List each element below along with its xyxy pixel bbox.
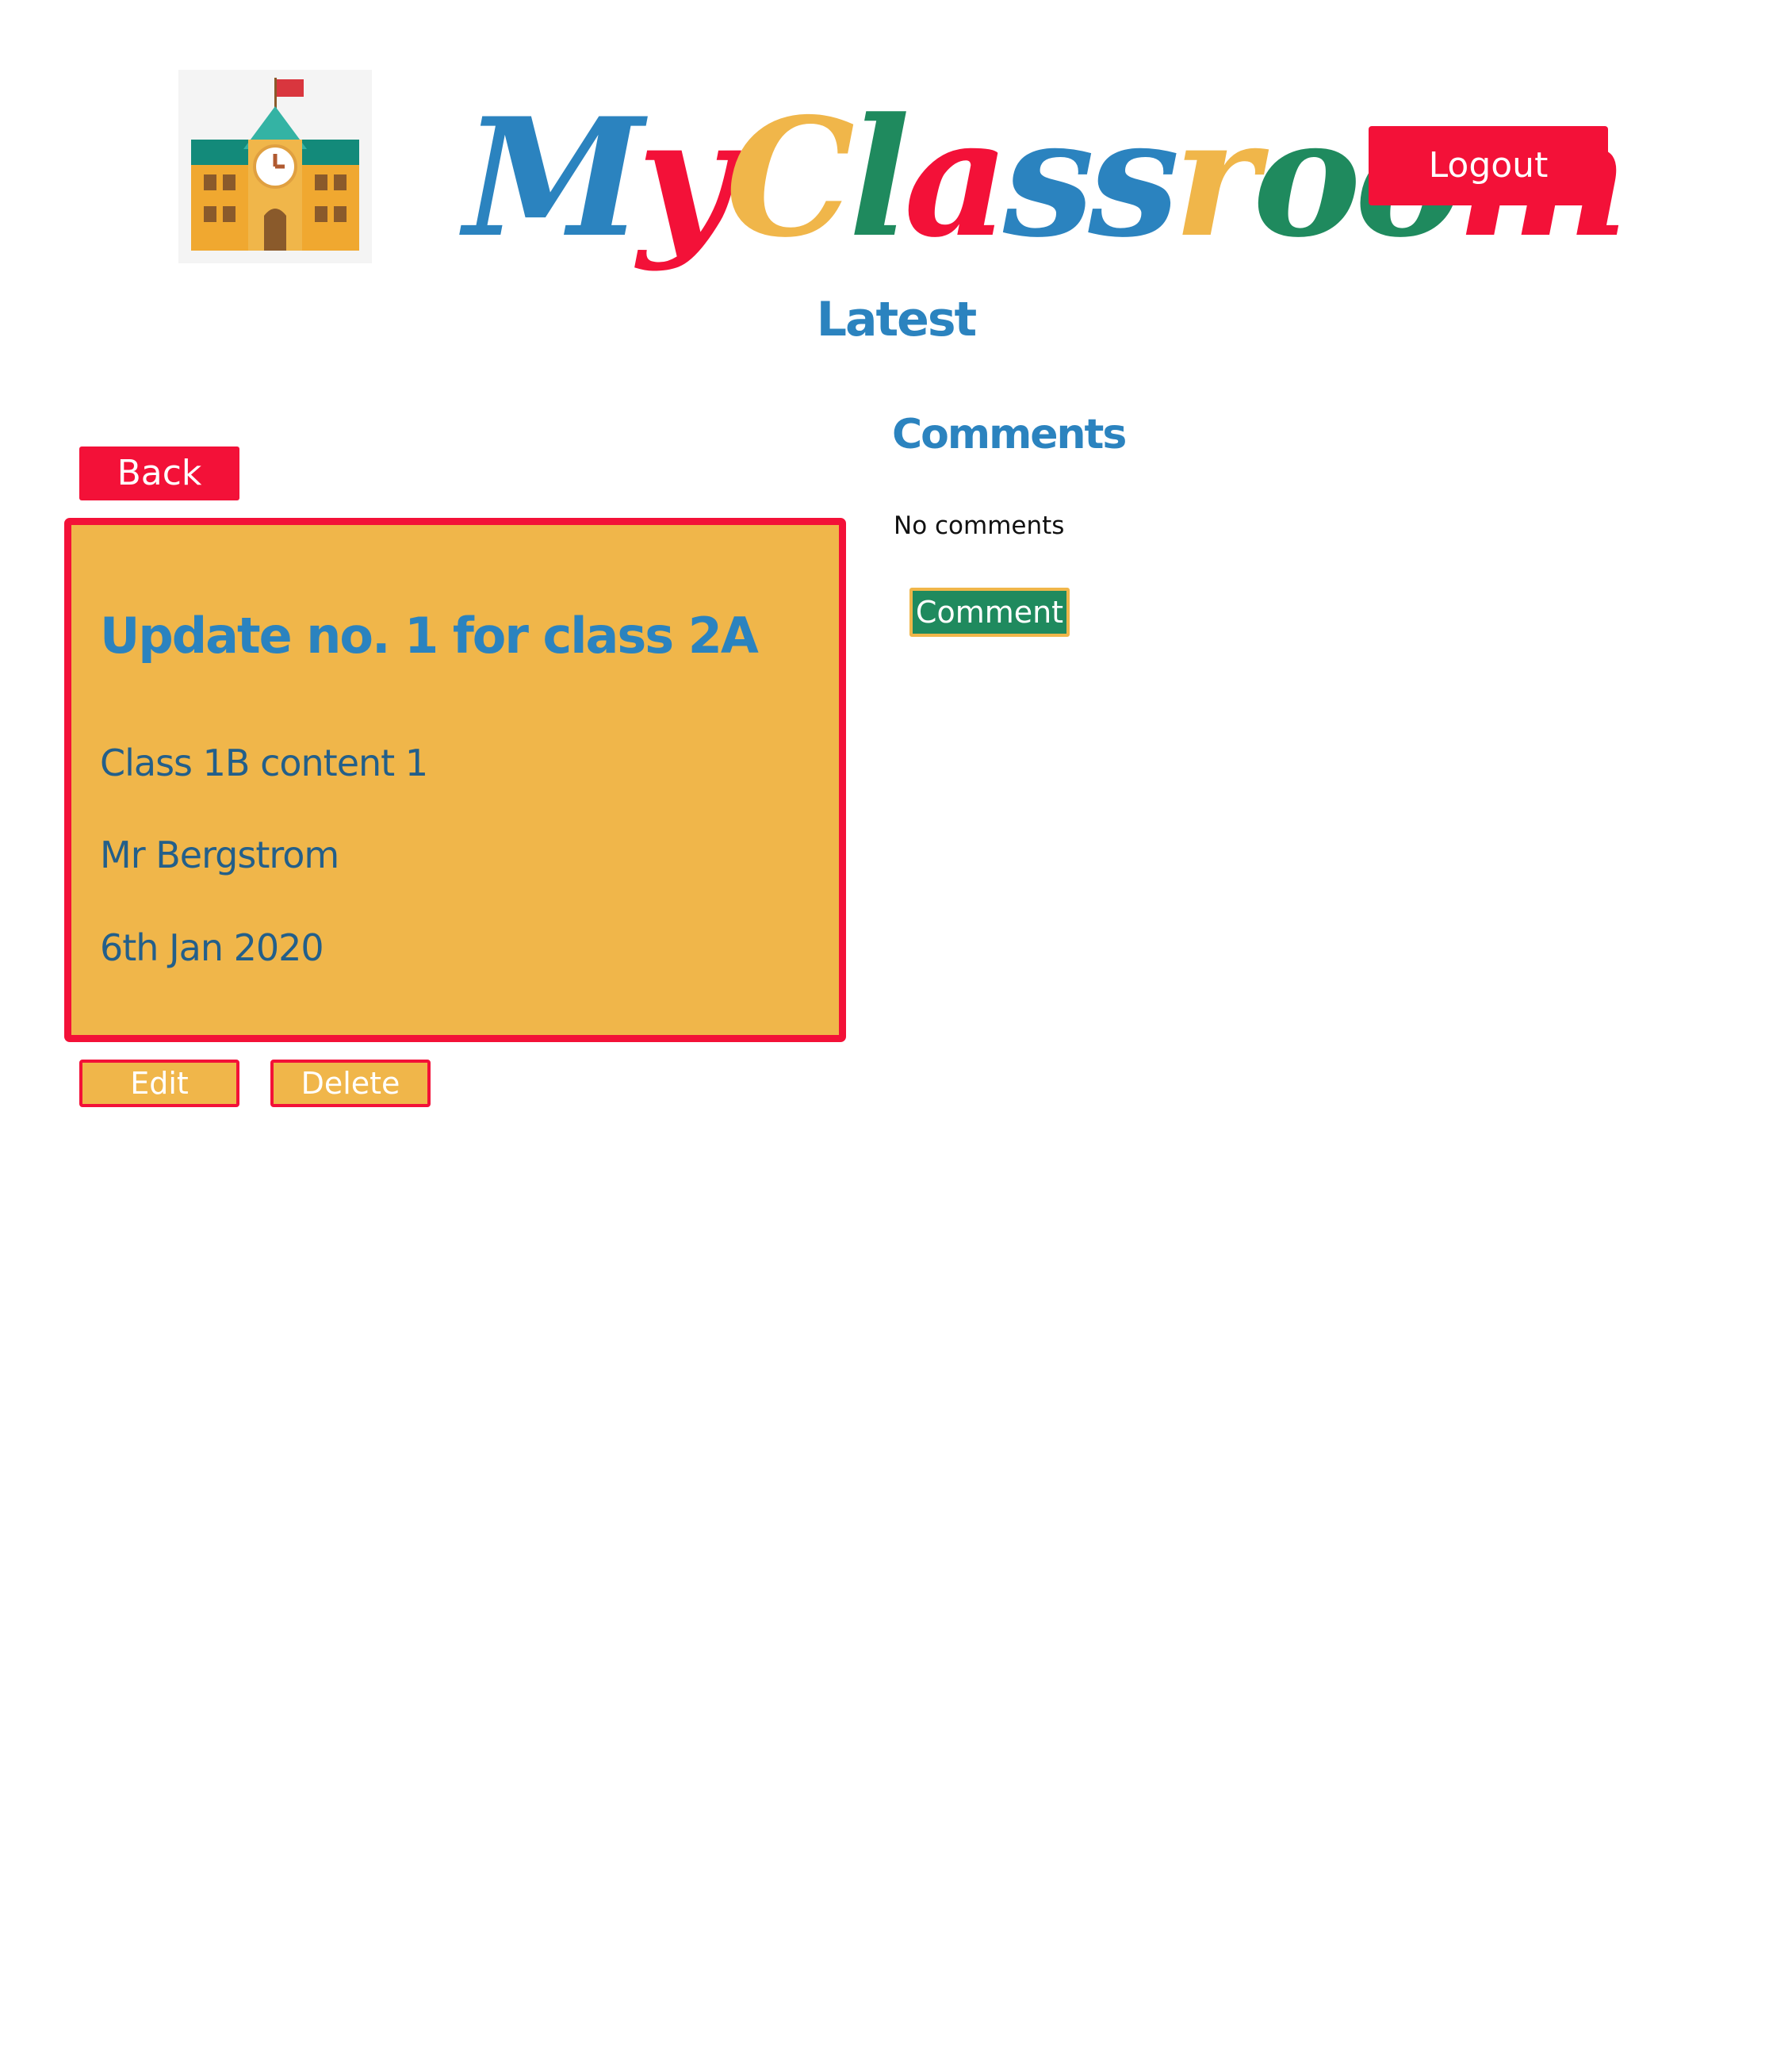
post-card: Update no. 1 for class 2A Class 1B conte… xyxy=(64,518,846,1042)
back-button[interactable]: Back xyxy=(79,447,239,500)
brand-title: MyClassroom xyxy=(464,75,1629,282)
brand-letter: r xyxy=(1173,83,1259,274)
delete-button[interactable]: Delete xyxy=(270,1060,431,1107)
brand-letter: s xyxy=(1088,83,1179,274)
brand-letter: o xyxy=(1252,83,1361,274)
comment-button[interactable]: Comment xyxy=(909,588,1070,637)
no-comments-text: No comments xyxy=(894,512,1065,540)
brand-letter: C xyxy=(726,83,855,274)
post-author: Mr Bergstrom xyxy=(100,834,339,876)
post-date: 6th Jan 2020 xyxy=(100,926,324,969)
brand-letter: a xyxy=(904,83,1009,274)
page: MyClassroom Logout Latest Back Update no… xyxy=(0,0,1792,2062)
post-title: Update no. 1 for class 2A xyxy=(100,607,759,665)
school-logo xyxy=(178,70,372,263)
comments-heading: Comments xyxy=(892,411,1127,458)
brand-letter: l xyxy=(848,83,910,274)
brand-letter: s xyxy=(1002,83,1094,274)
page-title: Latest xyxy=(816,292,978,347)
school-building-icon xyxy=(191,78,359,251)
logout-button[interactable]: Logout xyxy=(1369,126,1608,205)
brand-letter: M xyxy=(464,83,644,274)
brand-letter: y xyxy=(637,83,732,274)
post-content: Class 1B content 1 xyxy=(100,742,428,784)
edit-button[interactable]: Edit xyxy=(79,1060,239,1107)
